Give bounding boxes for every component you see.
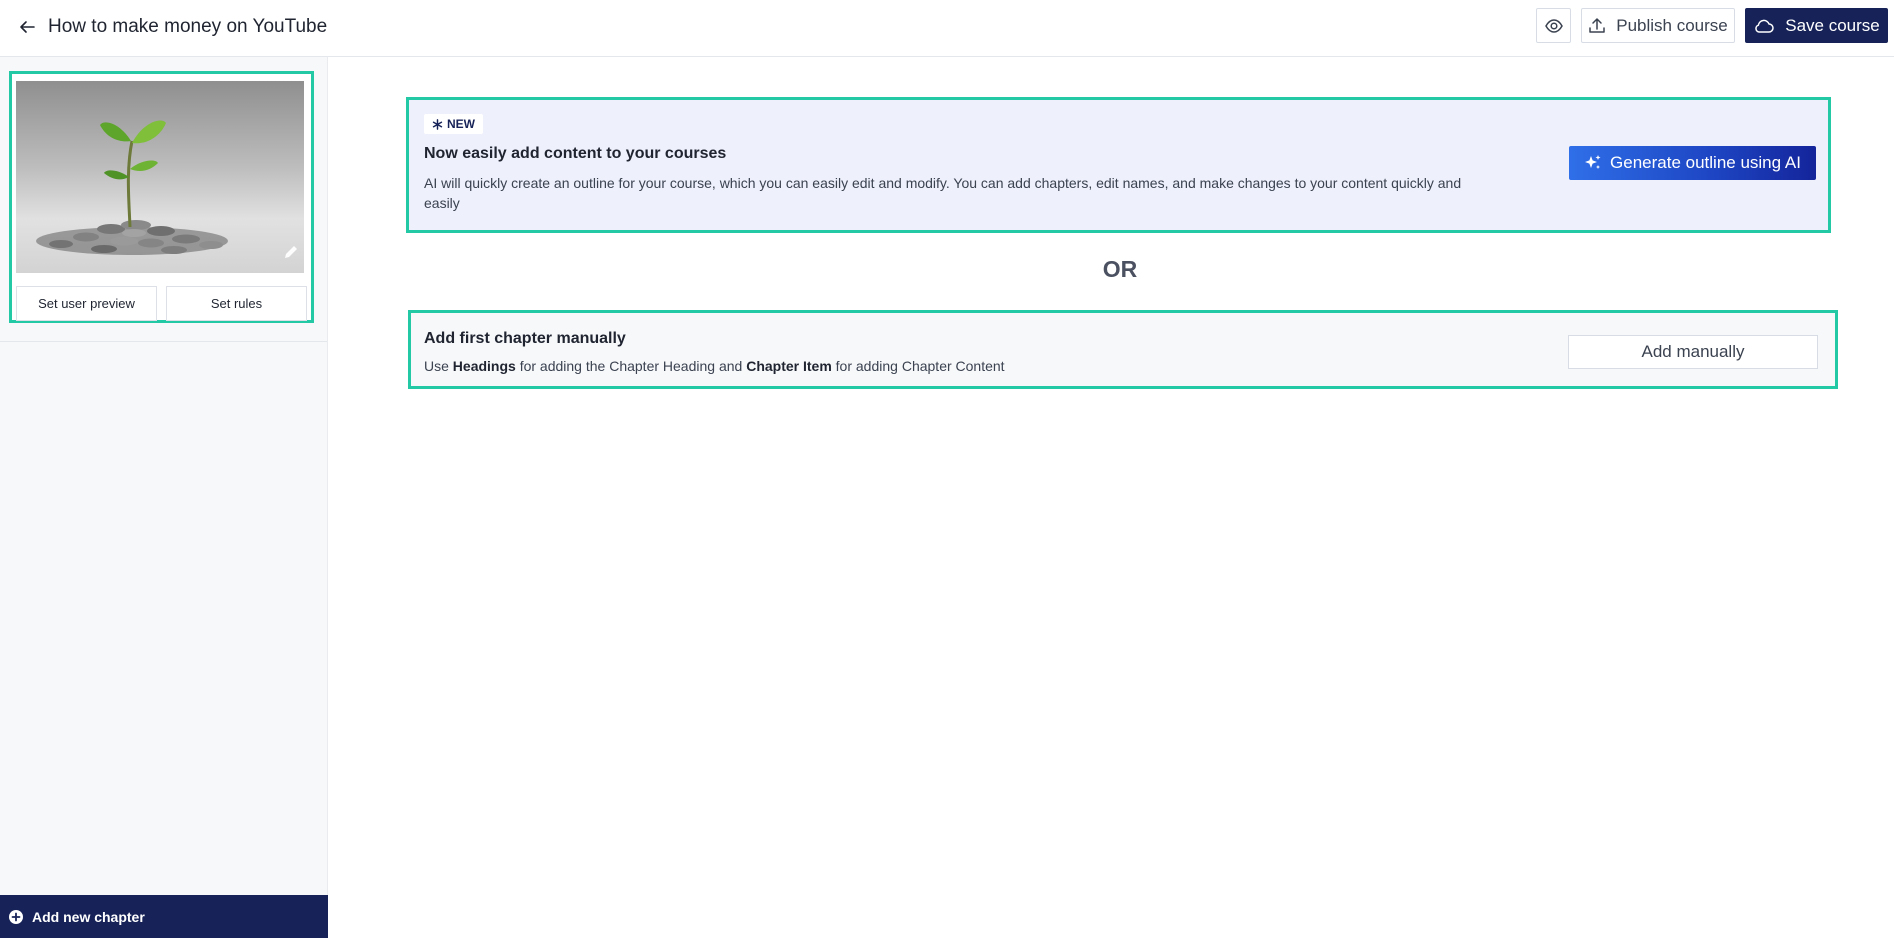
- sparkle-icon: [1585, 155, 1601, 169]
- ai-card-description: AI will quickly create an outline for yo…: [424, 175, 1462, 211]
- sidebar: Set user preview Set rules Add new chapt…: [0, 57, 328, 938]
- publish-course-label: Publish course: [1616, 15, 1728, 35]
- back-button[interactable]: [14, 14, 40, 40]
- course-cover-card: Set user preview Set rules: [9, 71, 314, 323]
- cloud-icon: [1755, 19, 1774, 33]
- save-course-button[interactable]: Save course: [1745, 8, 1888, 43]
- save-course-label: Save course: [1785, 15, 1880, 35]
- course-cover-image[interactable]: [16, 81, 304, 273]
- or-separator: OR: [1102, 256, 1138, 282]
- preview-button[interactable]: [1536, 8, 1571, 43]
- desc-headings: Headings: [452, 358, 516, 374]
- add-new-chapter-button[interactable]: Add new chapter: [0, 895, 328, 938]
- pencil-icon[interactable]: [282, 243, 300, 261]
- manual-chapter-card: Add first chapter manually Use Headings …: [408, 310, 1838, 389]
- set-rules-button[interactable]: Set rules: [166, 286, 307, 321]
- top-bar: How to make money on YouTube Publish cou…: [0, 0, 1894, 57]
- manual-card-title: Add first chapter manually: [424, 330, 626, 347]
- desc-end: for adding Chapter Content: [835, 358, 1005, 374]
- new-badge: NEW: [424, 114, 483, 134]
- upload-icon: [1589, 17, 1605, 33]
- add-manually-button[interactable]: Add manually: [1568, 335, 1818, 369]
- desc-chapter-item: Chapter Item: [746, 358, 832, 374]
- sidebar-divider: [0, 341, 327, 342]
- desc-mid: for adding the Chapter Heading and: [519, 358, 743, 374]
- page-title: How to make money on YouTube: [48, 16, 328, 37]
- ai-outline-card: NEW Now easily add content to your cours…: [406, 97, 1831, 233]
- add-new-chapter-label: Add new chapter: [32, 908, 145, 925]
- plant-on-coins-image: [36, 120, 228, 255]
- desc-use: Use: [424, 358, 449, 374]
- arrow-left-icon: [20, 21, 35, 33]
- generate-outline-label: Generate outline using AI: [1610, 153, 1801, 172]
- asterisk-icon: [432, 118, 443, 130]
- set-user-preview-button[interactable]: Set user preview: [16, 286, 157, 321]
- publish-course-button[interactable]: Publish course: [1581, 8, 1735, 43]
- generate-outline-button[interactable]: Generate outline using AI: [1569, 146, 1816, 180]
- plus-circle-icon: [9, 909, 23, 924]
- ai-card-title: Now easily add content to your courses: [424, 145, 727, 162]
- new-badge-label: NEW: [447, 117, 475, 131]
- eye-icon: [1544, 18, 1563, 33]
- manual-card-description: Use Headings for adding the Chapter Head…: [424, 358, 1005, 374]
